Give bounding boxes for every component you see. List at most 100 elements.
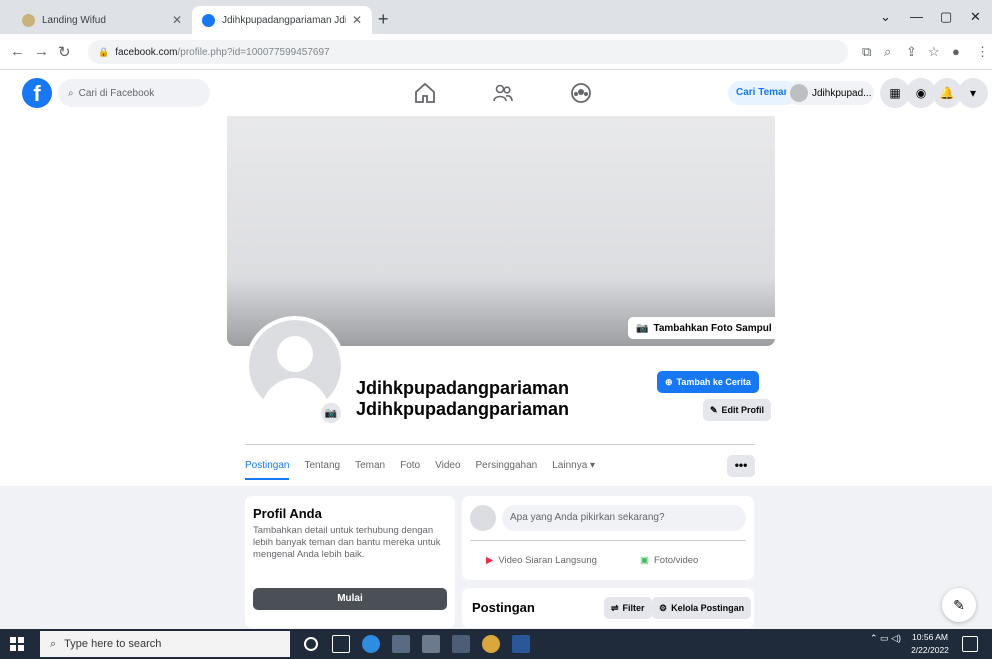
search-icon: ⌕ bbox=[68, 87, 74, 99]
home-icon[interactable] bbox=[412, 81, 438, 105]
clock-date: 2/22/2022 bbox=[911, 645, 949, 655]
system-tray-icons[interactable]: ⌃ ▭ ◁) bbox=[870, 633, 901, 644]
lock-icon: 🔒 bbox=[98, 46, 110, 57]
photo-video-label: Foto/video bbox=[653, 554, 699, 566]
store-icon[interactable] bbox=[452, 635, 470, 653]
zoom-icon[interactable]: ⌕ bbox=[884, 44, 891, 60]
search-icon: ⌕ bbox=[50, 637, 57, 650]
maximize-icon[interactable]: ▢ bbox=[940, 9, 952, 25]
tab-check-ins[interactable]: Persinggahan bbox=[476, 452, 538, 480]
profile-shortcut-button[interactable]: Jdihkpupad... bbox=[786, 81, 874, 105]
composer-input[interactable]: Apa yang Anda pikirkan sekarang? bbox=[502, 505, 746, 531]
edit-profile-button[interactable]: ✎ Edit Profil bbox=[703, 399, 772, 421]
profile-name-line1: Jdihkpupadangpariaman bbox=[356, 378, 570, 398]
plus-circle-icon: ⊕ bbox=[665, 376, 673, 387]
intro-card: Profil Anda Tambahkan detail untuk terhu… bbox=[245, 496, 455, 628]
live-video-label: Video Siaran Langsung bbox=[498, 554, 597, 566]
edge-browser-icon[interactable] bbox=[362, 635, 380, 653]
divider bbox=[470, 540, 746, 541]
clock-time: 10:56 AM bbox=[912, 632, 948, 642]
chrome-icon[interactable] bbox=[482, 635, 500, 653]
search-placeholder: Cari di Facebook bbox=[78, 87, 155, 99]
facebook-search-input[interactable]: ⌕ Cari di Facebook bbox=[58, 79, 210, 107]
browser-tab-landing[interactable]: Landing Wifud ✕ bbox=[12, 6, 192, 34]
add-cover-photo-button[interactable]: 📷 Tambahkan Foto Sampul bbox=[628, 317, 780, 339]
profile-picture[interactable] bbox=[245, 316, 345, 416]
translate-icon[interactable]: ⧉ bbox=[862, 44, 871, 60]
close-tab-icon[interactable]: ✕ bbox=[172, 13, 182, 27]
posts-header-card: Postingan ⇌ Filter ⚙ Kelola Postingan bbox=[462, 588, 754, 628]
facebook-logo-icon[interactable]: f bbox=[22, 78, 52, 108]
manage-posts-button[interactable]: ⚙ Kelola Postingan bbox=[652, 597, 752, 619]
live-video-button[interactable]: ▶ Video Siaran Langsung bbox=[486, 548, 597, 572]
taskbar-search-input[interactable]: ⌕ Type here to search bbox=[40, 631, 290, 657]
avatar bbox=[790, 84, 808, 102]
tab-about[interactable]: Tentang bbox=[304, 452, 340, 480]
action-center-icon[interactable] bbox=[962, 636, 978, 652]
tab-title: Jdihkpupadangpariaman Jdihkp... bbox=[222, 14, 346, 26]
share-icon[interactable]: ⇪ bbox=[906, 44, 917, 60]
profile-shortcut-label: Jdihkpupad... bbox=[812, 87, 872, 99]
edit-profile-label: Edit Profil bbox=[721, 405, 765, 415]
cortana-icon[interactable] bbox=[304, 637, 318, 651]
minimize-icon[interactable]: — bbox=[910, 9, 923, 24]
friends-icon[interactable] bbox=[490, 81, 516, 105]
update-profile-picture-camera-icon[interactable]: 📷 bbox=[321, 403, 341, 423]
tab-posts[interactable]: Postingan bbox=[245, 452, 290, 480]
account-icon[interactable]: ● bbox=[952, 44, 960, 59]
filter-icon: ⇌ bbox=[611, 602, 619, 613]
get-started-button[interactable]: Mulai bbox=[253, 588, 447, 610]
new-message-button[interactable]: ✎ bbox=[942, 588, 976, 622]
tab-photos[interactable]: Foto bbox=[400, 452, 420, 480]
avatar bbox=[470, 505, 496, 531]
manage-posts-label: Kelola Postingan bbox=[671, 603, 745, 613]
gear-icon: ⚙ bbox=[659, 602, 668, 613]
profile-name: Jdihkpupadangpariaman Jdihkpupadangparia… bbox=[356, 378, 569, 420]
reload-icon[interactable]: ↻ bbox=[58, 43, 71, 61]
tab-search-icon[interactable]: ⌄ bbox=[880, 9, 891, 25]
bookmark-star-icon[interactable]: ☆ bbox=[928, 44, 940, 60]
url-field[interactable]: 🔒 facebook.com/profile.php?id=1000775994… bbox=[88, 40, 848, 64]
add-to-story-button[interactable]: ⊕ Tambah ke Cerita bbox=[657, 371, 759, 393]
url-path: /profile.php?id=100077599457697 bbox=[177, 46, 330, 58]
close-window-icon[interactable]: ✕ bbox=[970, 9, 981, 25]
tab-friends[interactable]: Teman bbox=[355, 452, 385, 480]
photo-icon: ▣ bbox=[640, 554, 649, 566]
facebook-header: f ⌕ Cari di Facebook Cari Teman Jdihkpup… bbox=[0, 70, 992, 116]
new-tab-icon[interactable]: + bbox=[378, 9, 389, 30]
taskbar-clock[interactable]: 10:56 AM 2/22/2022 bbox=[908, 631, 952, 657]
profile-name-line2: Jdihkpupadangpariaman bbox=[356, 399, 570, 419]
intro-description: Tambahkan detail untuk terhubung dengan … bbox=[253, 525, 441, 560]
profile-page: 📷 Tambahkan Foto Sampul 📷 Jdihkpupadangp… bbox=[0, 116, 992, 629]
taskbar-search-placeholder: Type here to search bbox=[64, 638, 162, 650]
pencil-icon: ✎ bbox=[710, 404, 718, 415]
windows-start-icon[interactable] bbox=[10, 637, 24, 651]
post-composer: Apa yang Anda pikirkan sekarang? ▶ Video… bbox=[462, 496, 754, 580]
facebook-favicon-icon bbox=[202, 13, 215, 27]
cover-photo bbox=[227, 116, 775, 346]
back-icon[interactable]: ← bbox=[10, 43, 25, 60]
browser-menu-icon[interactable]: ⋮ bbox=[976, 44, 989, 60]
forward-icon[interactable]: → bbox=[34, 43, 49, 60]
default-avatar-icon bbox=[249, 320, 341, 412]
more-options-button[interactable]: ••• bbox=[727, 455, 755, 477]
intro-title: Profil Anda bbox=[253, 506, 322, 521]
tab-title: Landing Wifud bbox=[42, 14, 106, 26]
profile-header-area: 📷 Tambahkan Foto Sampul 📷 Jdihkpupadangp… bbox=[0, 116, 992, 486]
word-icon[interactable] bbox=[512, 635, 530, 653]
browser-tab-facebook[interactable]: Jdihkpupadangpariaman Jdihkp... ✕ bbox=[192, 6, 372, 34]
live-video-icon: ▶ bbox=[486, 554, 494, 566]
photo-video-button[interactable]: ▣ Foto/video bbox=[640, 548, 698, 572]
add-story-label: Tambah ke Cerita bbox=[676, 377, 751, 387]
filter-button[interactable]: ⇌ Filter bbox=[604, 597, 652, 619]
file-explorer-icon[interactable] bbox=[392, 635, 410, 653]
account-dropdown-icon[interactable]: ▾ bbox=[958, 78, 988, 108]
add-cover-label: Tambahkan Foto Sampul bbox=[653, 322, 772, 334]
close-tab-icon[interactable]: ✕ bbox=[352, 13, 362, 27]
task-view-icon[interactable] bbox=[332, 635, 350, 653]
mail-icon[interactable] bbox=[422, 635, 440, 653]
tab-videos[interactable]: Video bbox=[435, 452, 460, 480]
tab-more[interactable]: Lainnya ▾ bbox=[552, 452, 595, 480]
camera-icon: 📷 bbox=[636, 322, 649, 334]
groups-icon[interactable] bbox=[568, 81, 594, 105]
